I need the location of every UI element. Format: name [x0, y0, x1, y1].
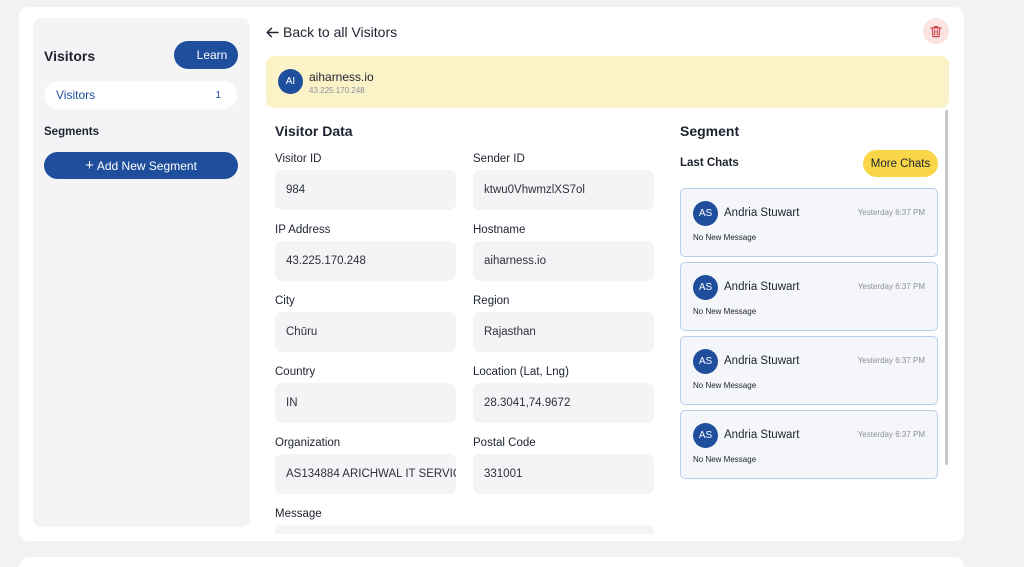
country-label: Country: [275, 366, 316, 378]
organization-field[interactable]: AS134884 ARICHWAL IT SERVICES: [275, 454, 456, 494]
visitor-data-title: Visitor Data: [275, 123, 353, 139]
avatar: AS: [693, 275, 718, 300]
sender-id-label: Sender ID: [473, 153, 525, 165]
trash-icon: [930, 25, 942, 37]
secondary-card: [19, 557, 964, 567]
segments-heading: Segments: [44, 126, 99, 138]
arrow-left-icon: [266, 27, 279, 37]
city-field[interactable]: Chūru: [275, 312, 456, 352]
chat-preview: No New Message: [693, 233, 757, 242]
visitor-detail-card: Visitors Learn Visitors 1 Segments + Add…: [19, 7, 964, 541]
message-label: Message: [275, 508, 322, 520]
add-new-segment-button[interactable]: + Add New Segment: [44, 152, 238, 179]
hostname-label: Hostname: [473, 224, 526, 236]
avatar: AS: [693, 423, 718, 448]
visitor-id-field[interactable]: 984: [275, 170, 456, 210]
chat-timestamp: Yesterday 6:37 PM: [857, 356, 925, 365]
region-label: Region: [473, 295, 510, 307]
postal-code-field[interactable]: 331001: [473, 454, 654, 494]
learn-button[interactable]: Learn: [174, 41, 238, 69]
sidebar-item-count: 1: [215, 89, 221, 101]
chat-timestamp: Yesterday 6:37 PM: [857, 208, 925, 217]
chat-contact-name: Andria Stuwart: [724, 281, 800, 293]
avatar: AI: [278, 69, 303, 94]
avatar: AS: [693, 349, 718, 374]
chat-preview: No New Message: [693, 307, 757, 316]
chat-item[interactable]: AS Andria Stuwart Yesterday 6:37 PM No N…: [680, 188, 938, 257]
delete-visitor-button[interactable]: [923, 18, 949, 44]
chat-timestamp: Yesterday 6:37 PM: [857, 282, 925, 291]
avatar: AS: [693, 201, 718, 226]
region-field[interactable]: Rajasthan: [473, 312, 654, 352]
chat-item[interactable]: AS Andria Stuwart Yesterday 6:37 PM No N…: [680, 410, 938, 479]
sidebar-item-label: Visitors: [56, 88, 96, 102]
location-field[interactable]: 28.3041,74.9672: [473, 383, 654, 423]
message-field[interactable]: [275, 525, 654, 534]
sidebar-title: Visitors: [44, 48, 96, 64]
chat-item[interactable]: AS Andria Stuwart Yesterday 6:37 PM No N…: [680, 262, 938, 331]
ip-address-label: IP Address: [275, 224, 331, 236]
content-scrollbar[interactable]: [945, 110, 948, 465]
visitor-name: aiharness.io: [309, 70, 374, 84]
country-field[interactable]: IN: [275, 383, 456, 423]
chat-preview: No New Message: [693, 455, 757, 464]
postal-code-label: Postal Code: [473, 437, 536, 449]
visitor-ip: 43.225.170.248: [309, 86, 365, 95]
chat-item[interactable]: AS Andria Stuwart Yesterday 6:37 PM No N…: [680, 336, 938, 405]
ip-address-field[interactable]: 43.225.170.248: [275, 241, 456, 281]
segment-title: Segment: [680, 123, 740, 139]
chat-timestamp: Yesterday 6:37 PM: [857, 430, 925, 439]
sidebar-item-visitors[interactable]: Visitors 1: [44, 81, 237, 109]
back-to-visitors-link[interactable]: Back to all Visitors: [266, 24, 397, 40]
city-label: City: [275, 295, 295, 307]
add-new-segment-label: Add New Segment: [96, 158, 197, 173]
back-link-label: Back to all Visitors: [283, 24, 398, 40]
chat-contact-name: Andria Stuwart: [724, 207, 800, 219]
plus-icon: +: [85, 157, 94, 174]
sender-id-field[interactable]: ktwu0VhwmzlXS7ol: [473, 170, 654, 210]
visitor-banner: AI aiharness.io 43.225.170.248: [266, 56, 949, 108]
chat-contact-name: Andria Stuwart: [724, 429, 800, 441]
more-chats-button[interactable]: More Chats: [863, 150, 938, 177]
sidebar: Visitors Learn Visitors 1 Segments + Add…: [33, 18, 250, 527]
location-label: Location (Lat, Lng): [473, 366, 569, 378]
chat-preview: No New Message: [693, 381, 757, 390]
last-chats-heading: Last Chats: [680, 157, 739, 169]
hostname-field[interactable]: aiharness.io: [473, 241, 654, 281]
chat-contact-name: Andria Stuwart: [724, 355, 800, 367]
visitor-id-label: Visitor ID: [275, 153, 322, 165]
organization-label: Organization: [275, 437, 341, 449]
